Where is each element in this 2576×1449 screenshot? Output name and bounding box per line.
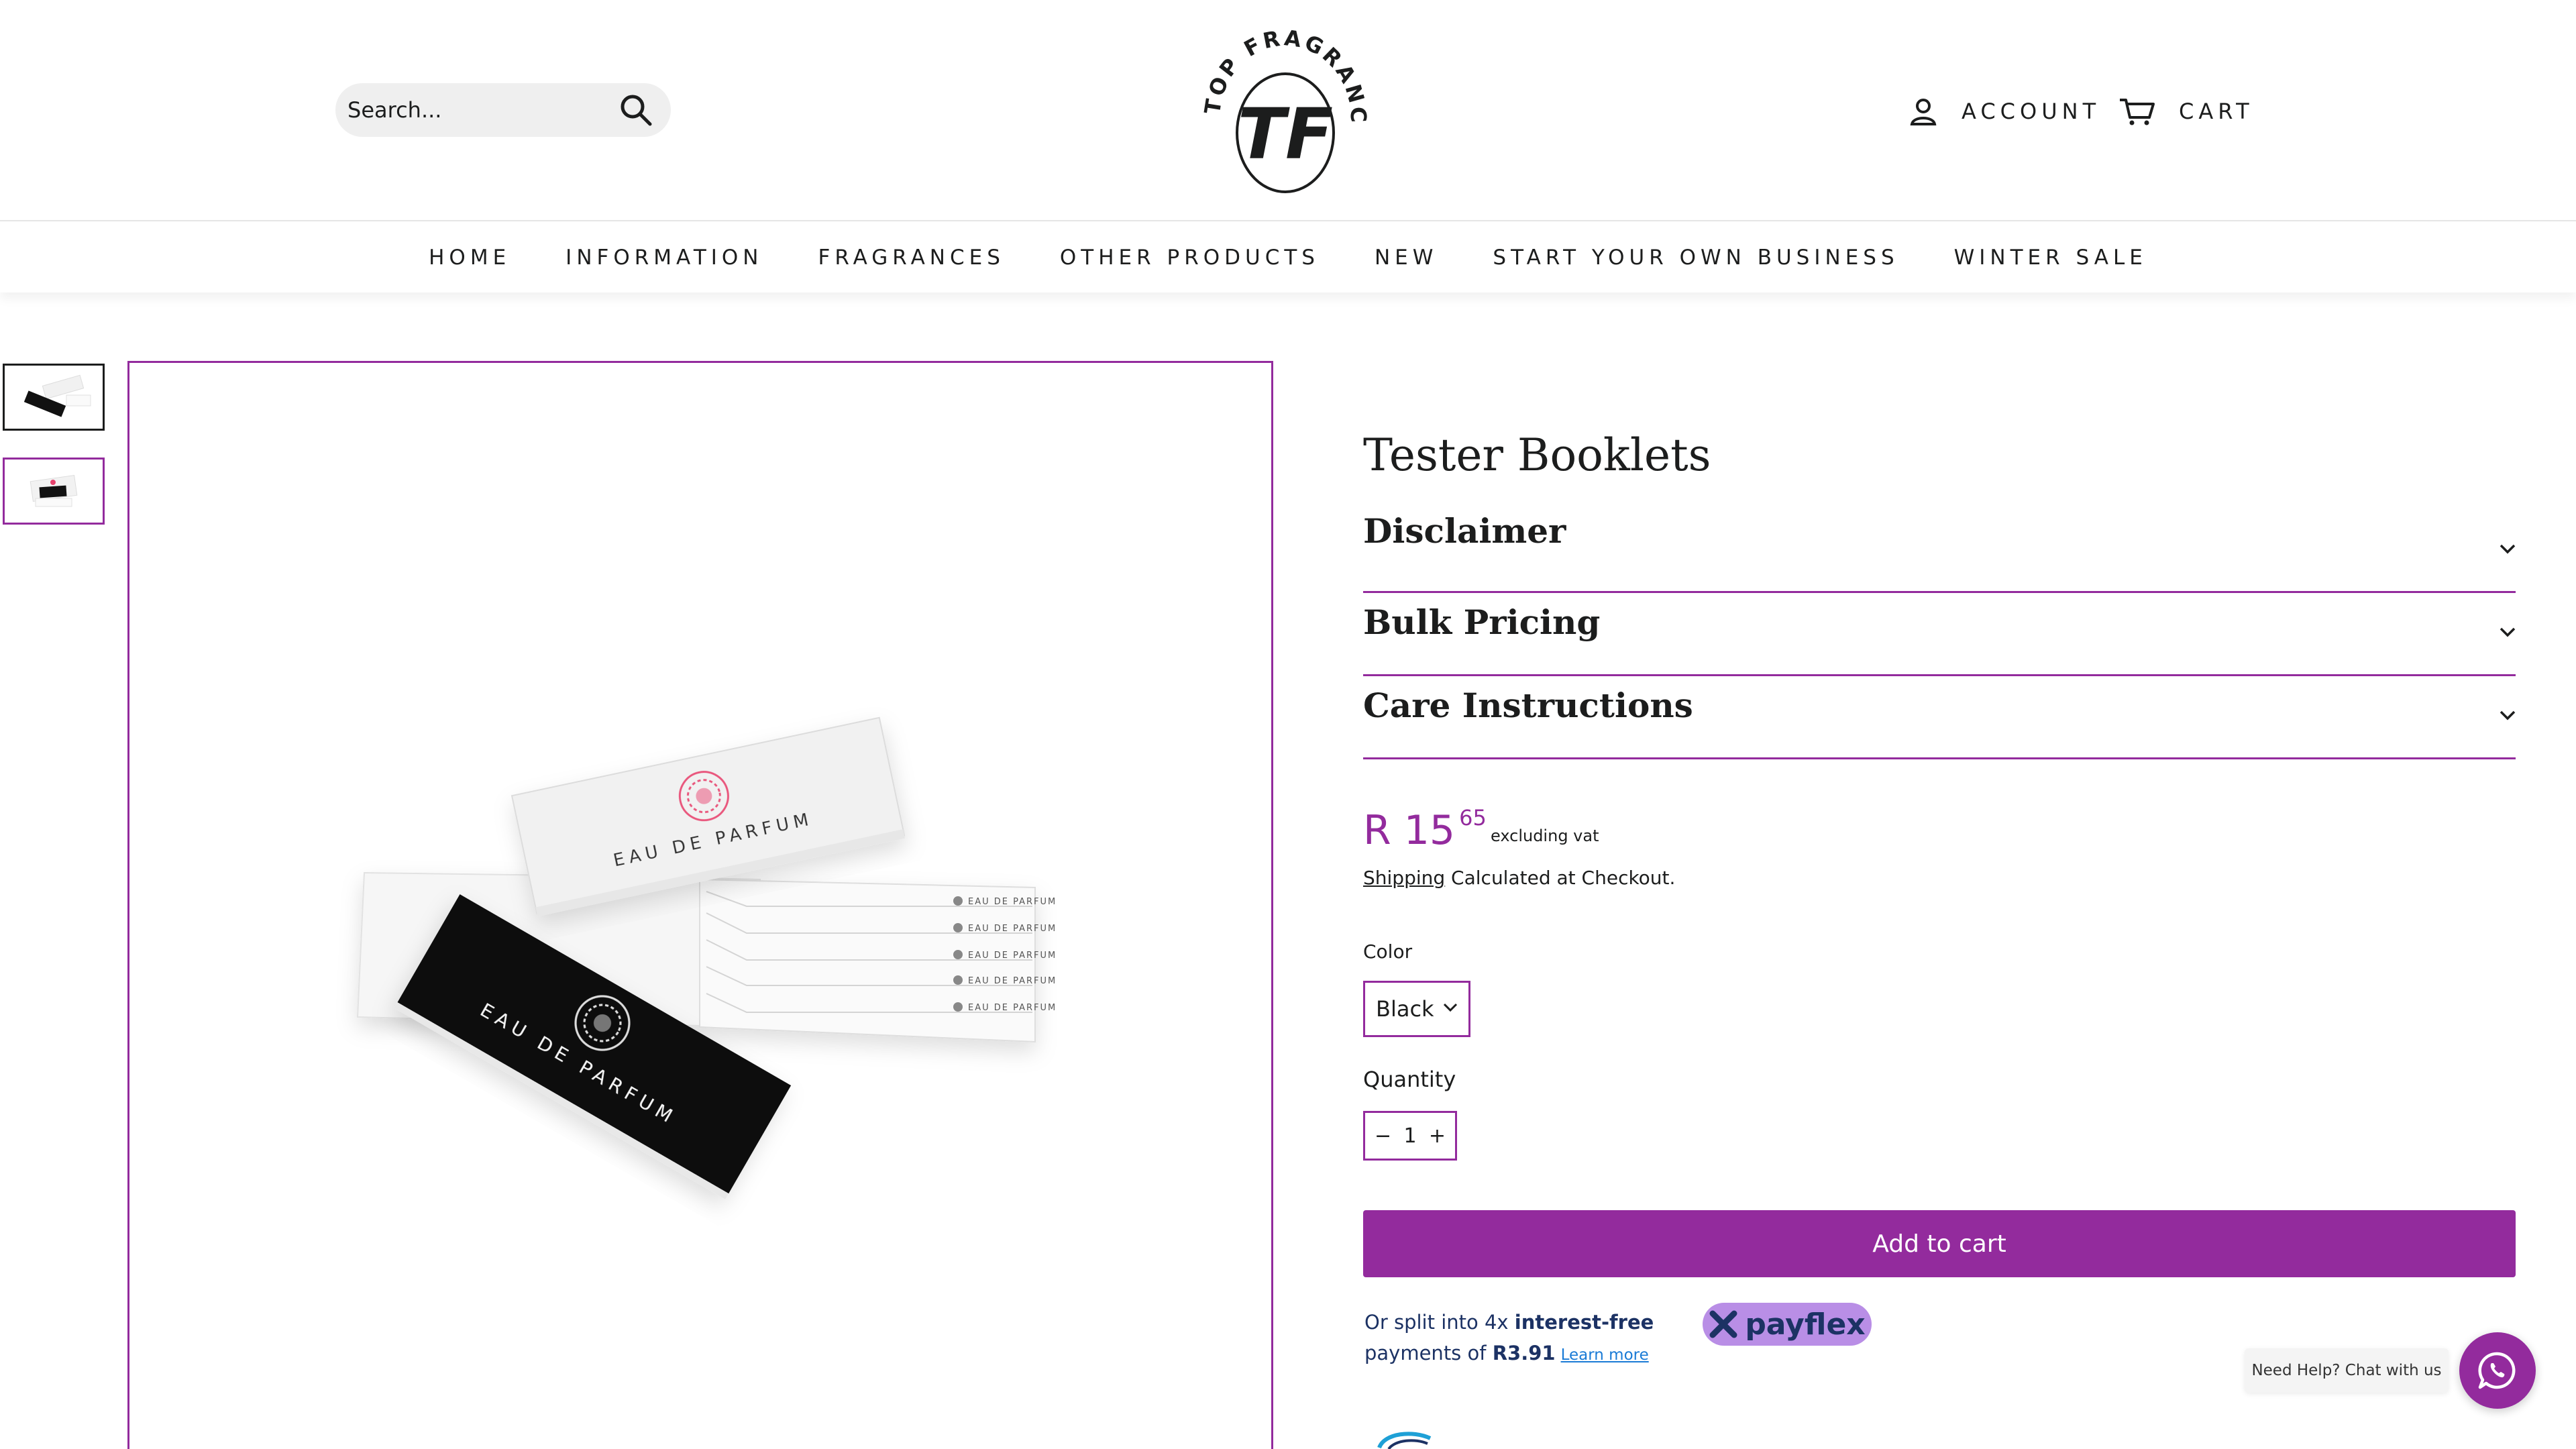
price-whole: R 15 xyxy=(1363,807,1456,854)
nav-item-information[interactable]: INFORMATION xyxy=(566,246,763,270)
learn-more-link[interactable]: Learn more xyxy=(1561,1346,1649,1364)
payflex-text: Or split into 4x xyxy=(1364,1311,1515,1334)
quantity-input[interactable]: 1 xyxy=(1403,1124,1416,1148)
payflex-split-text: Or split into 4x interest-free payments … xyxy=(1364,1307,1654,1371)
product-price: R 15 65 xyxy=(1363,805,1487,854)
chevron-down-icon xyxy=(2500,544,2516,554)
chevron-down-icon xyxy=(1443,1003,1458,1012)
color-label: Color xyxy=(1363,941,1413,963)
strip-label: EAU DE PARFUM xyxy=(968,924,1057,934)
accordion-bulk-pricing[interactable]: Bulk Pricing xyxy=(1363,593,2516,676)
gallery-thumbnail[interactable] xyxy=(3,364,105,431)
quantity-stepper: − 1 + xyxy=(1363,1111,1457,1161)
payflex-amount: R3.91 xyxy=(1492,1342,1556,1364)
nav-item-home[interactable]: HOME xyxy=(429,246,511,270)
payflex-icon xyxy=(1709,1310,1737,1338)
strip-label: EAU DE PARFUM xyxy=(968,951,1057,961)
quantity-label: Quantity xyxy=(1363,1067,1456,1092)
shipping-text: Calculated at Checkout. xyxy=(1445,867,1676,889)
accordion-title: Disclaimer xyxy=(1363,511,1566,551)
product-main-image[interactable]: EAU DE PARFUM EAU DE PARFUM EAU DE PARFU… xyxy=(127,361,1273,1449)
account-label: ACCOUNT xyxy=(1962,99,2101,124)
payflex-badge[interactable]: payflex xyxy=(1703,1303,1872,1346)
whatsapp-chat-button[interactable] xyxy=(2459,1332,2536,1409)
payflex-brand: payflex xyxy=(1745,1307,1866,1342)
cart-label: CART xyxy=(2179,99,2254,124)
quantity-increase-button[interactable]: + xyxy=(1429,1124,1446,1148)
payflex-emphasis: interest-free xyxy=(1514,1311,1654,1334)
price-cents: 65 xyxy=(1459,805,1487,830)
product-title: Tester Booklets xyxy=(1363,429,1711,481)
quantity-decrease-button[interactable]: − xyxy=(1375,1124,1391,1148)
add-to-cart-button[interactable]: Add to cart xyxy=(1363,1210,2516,1277)
payflex-text: payments of xyxy=(1364,1342,1493,1364)
strip-label: EAU DE PARFUM xyxy=(968,1003,1057,1013)
gallery-thumbnail[interactable] xyxy=(3,458,105,525)
color-value: Black xyxy=(1376,996,1434,1022)
nav-item-other-products[interactable]: OTHER PRODUCTS xyxy=(1060,246,1320,270)
account-link[interactable]: ACCOUNT xyxy=(1908,93,2100,130)
strip-label: EAU DE PARFUM xyxy=(968,976,1057,986)
vat-note: excluding vat xyxy=(1491,826,1599,845)
main-nav: HOME INFORMATION FRAGRANCES OTHER PRODUC… xyxy=(0,223,2576,292)
search-input[interactable] xyxy=(347,93,589,127)
cart-icon xyxy=(2120,99,2155,125)
chat-help-label[interactable]: Need Help? Chat with us xyxy=(2245,1348,2449,1393)
accordion-disclaimer[interactable]: Disclaimer xyxy=(1363,510,2516,593)
nav-item-fragrances[interactable]: FRAGRANCES xyxy=(818,246,1005,270)
nav-item-start-your-own-business[interactable]: START YOUR OWN BUSINESS xyxy=(1493,246,1898,270)
partner-logo-icon xyxy=(1377,1432,1432,1449)
search-bar xyxy=(335,83,671,137)
site-logo[interactable]: TOP FRAGRANCES TF xyxy=(1189,0,1373,197)
search-icon[interactable] xyxy=(619,93,653,127)
shipping-link[interactable]: Shipping xyxy=(1363,867,1445,889)
accordion-title: Bulk Pricing xyxy=(1363,602,1601,642)
nav-item-new[interactable]: NEW xyxy=(1375,246,1438,270)
color-select[interactable]: Black xyxy=(1363,981,1470,1037)
whatsapp-icon xyxy=(2478,1352,2516,1389)
svg-text:TF: TF xyxy=(1238,93,1333,175)
accordion-title: Care Instructions xyxy=(1363,686,1693,725)
strip-label: EAU DE PARFUM xyxy=(968,897,1057,907)
accordion-care-instructions[interactable]: Care Instructions xyxy=(1363,676,2516,759)
user-icon xyxy=(1910,99,1937,125)
shipping-note: Shipping Calculated at Checkout. xyxy=(1363,867,1675,889)
nav-item-winter-sale[interactable]: WINTER SALE xyxy=(1954,246,2147,270)
chevron-down-icon xyxy=(2500,627,2516,637)
site-header: TOP FRAGRANCES TF ACCOUNT CART xyxy=(0,0,2576,221)
chevron-down-icon xyxy=(2500,710,2516,720)
cart-link[interactable]: CART xyxy=(2118,93,2254,130)
